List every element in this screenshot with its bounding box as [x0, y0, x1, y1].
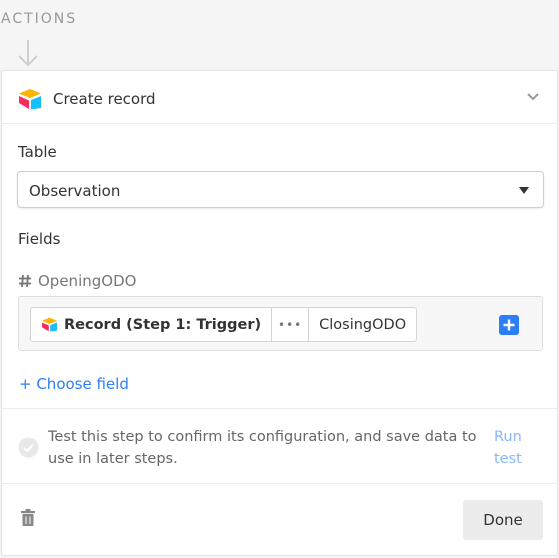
token-source[interactable]: Record (Step 1: Trigger)	[31, 308, 273, 341]
divider	[2, 408, 557, 409]
run-test-button[interactable]: Run test	[494, 426, 534, 470]
field-name: OpeningODO	[38, 272, 137, 290]
create-record-card: Create record Table Observation Fields O…	[1, 70, 558, 556]
run-test-label-2: test	[494, 451, 522, 467]
section-label: ACTIONS	[1, 11, 78, 27]
chevron-down-icon[interactable]	[525, 89, 541, 105]
table-select[interactable]: Observation	[17, 171, 544, 208]
card-header[interactable]: Create record	[2, 71, 557, 124]
token-value-label: ClosingODO	[319, 316, 407, 333]
check-circle-icon	[18, 437, 39, 458]
field-token[interactable]: Record (Step 1: Trigger) ••• ClosingODO	[30, 307, 418, 342]
trash-icon[interactable]	[21, 509, 35, 526]
caret-down-icon	[519, 187, 529, 194]
airtable-logo-icon	[19, 89, 41, 110]
token-separator: •••	[272, 308, 310, 341]
hash-icon	[19, 274, 31, 288]
add-token-button[interactable]	[499, 315, 519, 335]
token-value[interactable]: ClosingODO	[309, 308, 416, 341]
table-label: Table	[18, 143, 57, 161]
token-source-label: Record (Step 1: Trigger)	[64, 316, 262, 333]
done-button[interactable]: Done	[463, 500, 543, 540]
down-arrow-icon	[18, 40, 38, 67]
airtable-logo-icon	[42, 317, 57, 332]
divider	[2, 483, 557, 484]
table-select-value: Observation	[29, 182, 121, 200]
fields-label: Fields	[18, 230, 61, 248]
more-dots-icon: •••	[278, 317, 303, 332]
card-title: Create record	[53, 90, 156, 108]
test-step-message: Test this step to confirm its configurat…	[48, 429, 477, 467]
run-test-label-1: Run	[494, 429, 522, 445]
choose-field-link[interactable]: + Choose field	[19, 375, 129, 393]
field-value-input[interactable]: Record (Step 1: Trigger) ••• ClosingODO	[18, 296, 543, 351]
